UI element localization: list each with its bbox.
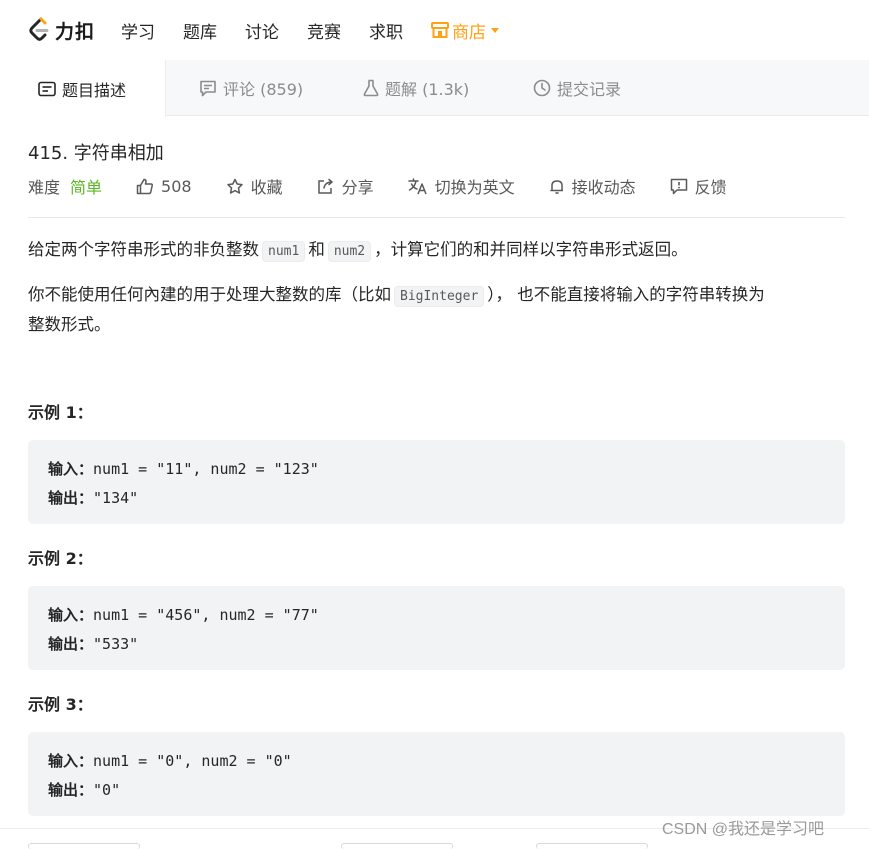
inline-code-num2: num2 xyxy=(327,241,372,262)
example-1-title: 示例 1： xyxy=(28,403,93,422)
tab-description[interactable]: 题目描述 xyxy=(0,60,166,117)
output-label: 输出： xyxy=(48,635,94,653)
chevron-down-icon xyxy=(491,27,500,33)
bottom-button[interactable] xyxy=(536,843,648,849)
share-label: 分享 xyxy=(341,178,374,197)
tab-solutions-label: 题解 (1.3k) xyxy=(385,80,470,99)
example-output: "533" xyxy=(93,635,139,653)
comment-icon xyxy=(200,80,216,96)
description-text: ）， 也不能直接将输入的字符串转换为 xyxy=(487,285,765,304)
problem-tab-bar: 题目描述 评论 (859) 题解 (1.3k) 提交记录 xyxy=(0,60,869,117)
bell-icon xyxy=(549,179,563,194)
example-input: num1 = "11", num2 = "123" xyxy=(93,460,319,478)
example-output-line: 输出："0" xyxy=(48,776,825,805)
output-label: 输出： xyxy=(48,781,94,799)
feedback-icon xyxy=(670,178,687,194)
clock-icon xyxy=(533,79,551,97)
leetcode-logo[interactable]: 力扣 xyxy=(28,17,95,44)
nav-link-learn[interactable]: 学习 xyxy=(121,18,155,43)
example-input-line: 输入：num1 = "11", num2 = "123" xyxy=(48,455,825,484)
description-paragraph-1: 给定两个字符串形式的非负整数 num1 和 num2 ，计算它们的和并同样以字符串形式返… xyxy=(28,236,845,266)
store-icon xyxy=(431,22,450,38)
example-output: "134" xyxy=(93,489,139,507)
top-navigation: 力扣 学习 题库 讨论 竞赛 求职 商店 xyxy=(0,0,869,60)
description-text: 和 xyxy=(308,240,325,259)
description-icon xyxy=(38,81,56,96)
example-2-block: 输入：num1 = "456", num2 = "77" 输出："533" xyxy=(28,586,845,670)
flask-icon xyxy=(363,79,379,97)
example-3-title: 示例 3： xyxy=(28,695,93,714)
translate-icon xyxy=(407,177,427,194)
description-text: 给定两个字符串形式的非负整数 xyxy=(28,240,259,259)
tab-comments[interactable]: 评论 (859) xyxy=(199,60,303,116)
inline-code-biginteger: BigInteger xyxy=(394,286,485,307)
example-input-line: 输入：num1 = "456", num2 = "77" xyxy=(48,601,825,630)
nav-store-menu[interactable]: 商店 xyxy=(431,18,500,43)
example-1-block: 输入：num1 = "11", num2 = "123" 输出："134" xyxy=(28,440,845,524)
example-output-line: 输出："533" xyxy=(48,630,825,659)
share-icon xyxy=(317,178,333,194)
input-label: 输入： xyxy=(48,606,94,624)
favorite-label: 收藏 xyxy=(250,178,283,197)
favorite-button[interactable]: 收藏 xyxy=(226,174,283,198)
feedback-button[interactable]: 反馈 xyxy=(670,174,727,198)
tab-solutions[interactable]: 题解 (1.3k) xyxy=(363,60,469,116)
example-input: num1 = "0", num2 = "0" xyxy=(93,752,292,770)
problem-title: 415. 字符串相加 xyxy=(28,143,164,164)
example-input-line: 输入：num1 = "0", num2 = "0" xyxy=(48,747,825,776)
feedback-label: 反馈 xyxy=(694,178,727,197)
bottom-button[interactable] xyxy=(341,843,453,849)
difficulty-label: 难度 xyxy=(28,178,61,197)
nav-link-problems[interactable]: 题库 xyxy=(183,18,217,43)
star-icon xyxy=(226,178,243,194)
description-paragraph-2: 你不能使用任何內建的用于处理大整数的库（比如 BigInteger）， 也不能直接… xyxy=(28,281,858,339)
description-text: 你不能使用任何內建的用于处理大整数的库（比如 xyxy=(28,285,391,304)
nav-link-contest[interactable]: 竞赛 xyxy=(307,18,341,43)
example-output-line: 输出："134" xyxy=(48,484,825,513)
difficulty-badge: 简单 xyxy=(70,178,103,197)
description-text: 整数形式。 xyxy=(28,315,111,334)
share-button[interactable]: 分享 xyxy=(317,174,374,198)
nav-link-discuss[interactable]: 讨论 xyxy=(245,18,279,43)
example-input: num1 = "456", num2 = "77" xyxy=(93,606,319,624)
tab-submissions[interactable]: 提交记录 xyxy=(533,60,621,116)
problem-meta-bar: 难度 简单 508 收藏 分享 切换为英文 接收动态 反馈 xyxy=(28,172,761,200)
like-count: 508 xyxy=(161,176,192,196)
subscribe-label: 接收动态 xyxy=(571,178,636,197)
like-button[interactable]: 508 xyxy=(136,177,192,196)
tab-submissions-label: 提交记录 xyxy=(557,80,622,99)
bottom-button[interactable] xyxy=(28,843,140,849)
output-label: 输出： xyxy=(48,489,94,507)
input-label: 输入： xyxy=(48,460,94,478)
translate-label: 切换为英文 xyxy=(434,178,515,197)
header-divider xyxy=(28,217,845,218)
example-2-title: 示例 2： xyxy=(28,549,93,568)
tab-description-label: 题目描述 xyxy=(62,80,127,100)
csdn-watermark: CSDN @我还是学习吧 xyxy=(662,821,825,838)
brand-name: 力扣 xyxy=(55,20,96,43)
example-3-block: 输入：num1 = "0", num2 = "0" 输出："0" xyxy=(28,732,845,816)
input-label: 输入： xyxy=(48,752,94,770)
subscribe-button[interactable]: 接收动态 xyxy=(549,174,636,198)
translate-button[interactable]: 切换为英文 xyxy=(407,174,515,198)
description-text: ，计算它们的和并同样以字符串形式返回。 xyxy=(374,240,688,259)
thumbs-up-icon xyxy=(136,178,154,194)
example-output: "0" xyxy=(93,781,121,799)
leetcode-logo-icon xyxy=(29,17,49,41)
nav-store-label: 商店 xyxy=(452,22,487,43)
tab-comments-label: 评论 (859) xyxy=(223,80,304,99)
nav-link-jobs[interactable]: 求职 xyxy=(369,18,403,43)
inline-code-num1: num1 xyxy=(262,241,306,262)
